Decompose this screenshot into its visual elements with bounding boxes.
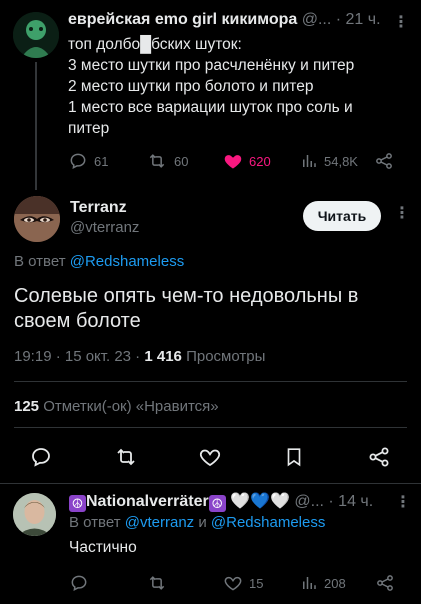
likes-count: 125 <box>14 398 40 415</box>
tweet-header: ☮ Nationalverräter ☮ 🤍💙🤍 @... · 14 ч. <box>69 491 414 512</box>
tweet-text: топ долбо█бских шуток: 3 место шутки про… <box>68 34 403 139</box>
views-count: 54,8K <box>324 153 358 169</box>
handle-time[interactable]: @... · 21 ч. <box>297 11 381 28</box>
reply-count: 61 <box>94 153 109 169</box>
likes-summary[interactable]: 125 Отметки(-ок) «Нравится» <box>14 398 219 415</box>
replying-prefix: В ответ <box>14 253 66 270</box>
reply-button[interactable]: 61 <box>68 150 108 172</box>
retweet-icon <box>149 576 165 590</box>
more-icon[interactable]: ⋮ <box>394 203 410 223</box>
like-count: 15 <box>249 575 264 591</box>
share-icon <box>369 447 389 467</box>
share-icon <box>377 575 393 591</box>
retweet-button[interactable] <box>113 444 139 470</box>
peace-icon: ☮ <box>69 495 86 512</box>
replying-and: и <box>194 514 211 531</box>
retweet-icon <box>149 154 165 168</box>
tweet-text: Солевые опять чем-то недовольны в своем … <box>14 285 359 332</box>
avatar[interactable] <box>13 12 59 58</box>
retweet-count: 60 <box>174 153 189 169</box>
like-button[interactable]: 620 <box>223 150 271 172</box>
views-icon <box>303 577 316 589</box>
share-button[interactable] <box>375 572 395 594</box>
tweet-meta: 19:19 · 15 окт. 23 · 1 416 Просмотры <box>14 348 265 365</box>
mention-link[interactable]: @Redshameless <box>70 253 184 270</box>
views-count: 1 416 <box>144 348 182 365</box>
share-button[interactable] <box>367 444 391 470</box>
retweet-button[interactable] <box>146 572 168 594</box>
like-count: 620 <box>249 153 271 169</box>
more-icon[interactable]: ⋮ <box>393 12 409 32</box>
avatar[interactable] <box>14 196 60 242</box>
retweet-button[interactable]: 60 <box>146 150 188 172</box>
views-button[interactable]: 54,8K <box>300 150 358 172</box>
timestamp[interactable]: 19:19 · 15 окт. 23 · <box>14 348 144 365</box>
heart-icon <box>199 449 221 467</box>
divider <box>14 427 407 428</box>
action-bar: 61 60 620 54,8K <box>68 150 408 172</box>
handle[interactable]: @vterranz <box>70 219 139 236</box>
replying-to: В ответ @Redshameless <box>14 253 184 270</box>
tweet-line: 2 место шутки про болото и питер <box>68 78 314 95</box>
follow-button[interactable]: Читать <box>303 201 381 231</box>
views-count: 208 <box>324 575 346 591</box>
thread-line <box>35 62 37 190</box>
tweet-line: 1 место все вариации шуток про соль и <box>68 99 353 116</box>
more-icon[interactable]: ⋮ <box>395 492 411 512</box>
views-icon <box>303 155 316 167</box>
action-bar <box>0 444 421 470</box>
action-bar: 15 208 <box>69 572 409 594</box>
tweet-line: 3 место шутки про расчленёнку и питер <box>68 57 355 74</box>
peace-icon: ☮ <box>208 495 226 512</box>
bookmark-button[interactable] <box>283 444 305 470</box>
handle-time[interactable]: @... · 14 ч. <box>290 493 373 510</box>
reply-icon <box>32 448 50 467</box>
display-name[interactable]: Terranz <box>70 199 127 217</box>
avatar[interactable] <box>13 493 56 536</box>
mention-link[interactable]: @Redshameless <box>211 514 325 531</box>
views-label: Просмотры <box>181 348 266 365</box>
tweet-line: топ долбо█бских шуток: <box>68 36 242 53</box>
like-button[interactable]: 15 <box>223 572 263 594</box>
bookmark-icon <box>287 448 301 467</box>
share-button[interactable] <box>374 150 394 172</box>
divider <box>0 483 421 484</box>
share-icon <box>376 153 392 169</box>
heart-icon <box>224 576 242 591</box>
replying-prefix: В ответ <box>69 514 125 531</box>
display-name[interactable]: Nationalverräter <box>86 493 209 510</box>
like-button[interactable] <box>198 444 222 470</box>
tweet-header: еврейская emo girl кикимора @... · 21 ч. <box>68 11 408 29</box>
divider <box>14 381 407 382</box>
display-name[interactable]: еврейская emo girl кикимора <box>68 11 297 28</box>
reply-icon <box>70 153 86 169</box>
tweet-text: Частично <box>69 539 137 556</box>
heart-filled-icon <box>224 155 242 169</box>
mention-link[interactable]: @vterranz <box>125 514 194 531</box>
reply-icon <box>71 575 87 591</box>
replying-to: В ответ @vterranz и @Redshameless <box>69 514 325 531</box>
likes-label: Отметки(-ок) «Нравится» <box>39 398 219 415</box>
reply-button[interactable] <box>29 444 53 470</box>
reply-button[interactable] <box>69 572 89 594</box>
tweet-line: питер <box>68 120 110 137</box>
hearts-emoji: 🤍💙🤍 <box>230 493 290 510</box>
retweet-icon <box>117 448 135 466</box>
views-button[interactable]: 208 <box>300 572 346 594</box>
